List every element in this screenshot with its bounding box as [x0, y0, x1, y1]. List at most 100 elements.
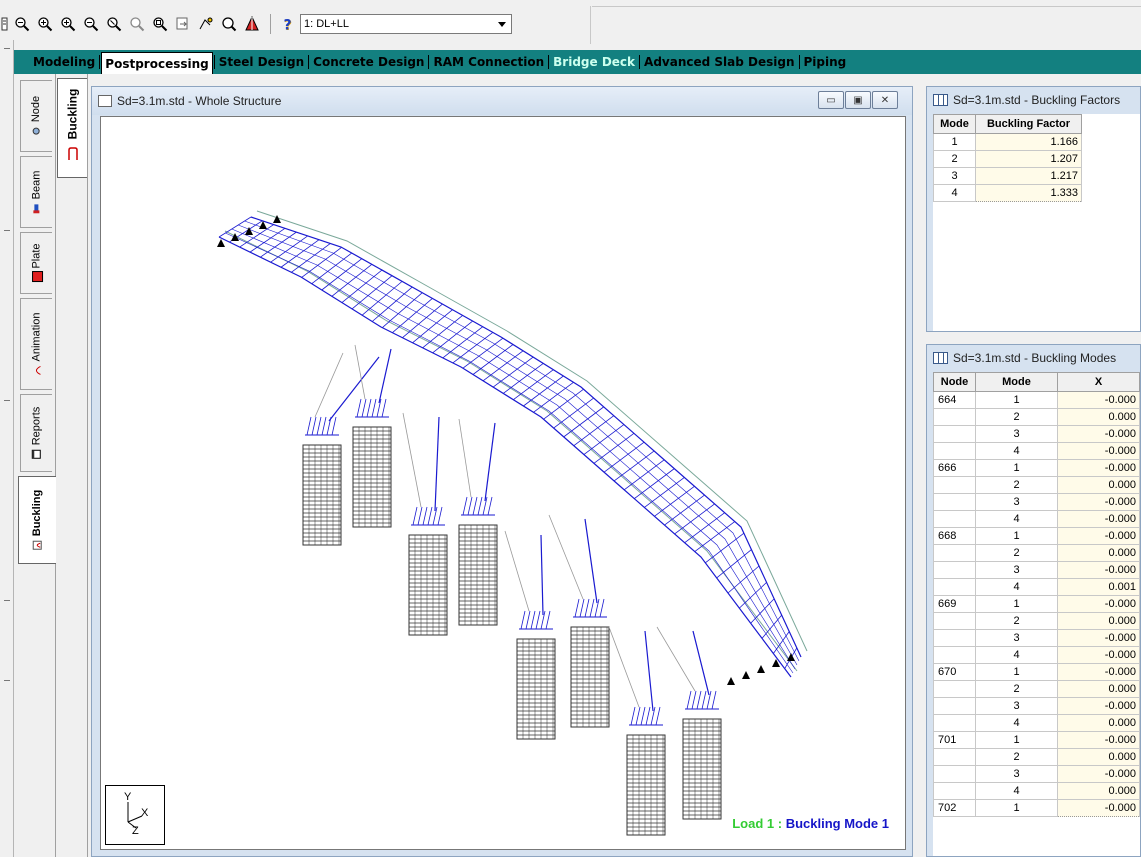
tab-postprocessing[interactable]: Postprocessing	[101, 52, 213, 74]
node-cell[interactable]	[933, 493, 976, 511]
x-cell[interactable]: -0.000	[1057, 799, 1140, 817]
table-row[interactable]: 702 1 -0.000	[933, 799, 1140, 817]
x-cell[interactable]: 0.000	[1057, 408, 1140, 426]
node-cell[interactable]	[933, 782, 976, 800]
side-tab-plate[interactable]: Plate	[20, 232, 52, 294]
table-row[interactable]: 669 1 -0.000	[933, 595, 1140, 613]
x-cell[interactable]: -0.000	[1057, 629, 1140, 647]
mode-cell[interactable]: 3	[933, 167, 976, 185]
buckling-factors-window[interactable]: Sd=3.1m.std - Buckling Factors Mode Buck…	[926, 86, 1141, 332]
node-cell[interactable]	[933, 765, 976, 783]
factors-title-bar[interactable]: Sd=3.1m.std - Buckling Factors	[927, 87, 1140, 113]
mode-cell[interactable]: 2	[975, 544, 1058, 562]
tab-bridge-deck[interactable]: Bridge Deck	[550, 52, 638, 72]
mode-cell[interactable]: 2	[975, 748, 1058, 766]
mode-cell[interactable]: 4	[975, 714, 1058, 732]
table-row[interactable]: 670 1 -0.000	[933, 663, 1140, 681]
x-cell[interactable]: 0.000	[1057, 544, 1140, 562]
table-row[interactable]: 664 1 -0.000	[933, 391, 1140, 409]
load-case-select[interactable]: 1: DL+LL	[300, 14, 512, 34]
x-cell[interactable]: -0.000	[1057, 459, 1140, 477]
x-cell[interactable]: -0.000	[1057, 442, 1140, 460]
table-row[interactable]: 3 -0.000	[933, 561, 1140, 579]
whole-structure-window[interactable]: Sd=3.1m.std - Whole Structure ▭ ▣ ✕ Y X …	[91, 86, 913, 857]
x-cell[interactable]: -0.000	[1057, 731, 1140, 749]
table-row[interactable]: 701 1 -0.000	[933, 731, 1140, 749]
node-cell[interactable]	[933, 680, 976, 698]
node-cell[interactable]	[933, 442, 976, 460]
node-cell[interactable]	[933, 578, 976, 596]
zoom-previous-icon[interactable]	[126, 13, 148, 35]
mode-cell[interactable]: 3	[975, 765, 1058, 783]
table-row[interactable]: 2 0.000	[933, 408, 1140, 426]
col-header-x[interactable]: X	[1057, 372, 1140, 392]
zoom-region-icon[interactable]	[195, 13, 217, 35]
chevron-down-icon[interactable]	[493, 15, 511, 33]
table-row[interactable]: 3 -0.000	[933, 765, 1140, 783]
table-row[interactable]: 4 0.000	[933, 782, 1140, 800]
zoom-fit-icon[interactable]	[11, 13, 33, 35]
x-cell[interactable]: -0.000	[1057, 510, 1140, 528]
mode-cell[interactable]: 2	[975, 408, 1058, 426]
maximize-button[interactable]: ▣	[845, 91, 871, 109]
x-cell[interactable]: 0.001	[1057, 578, 1140, 596]
table-row[interactable]: 2 0.000	[933, 544, 1140, 562]
mode-cell[interactable]: 3	[975, 425, 1058, 443]
table-row[interactable]: 1 1.166	[933, 133, 1082, 151]
table-row[interactable]: 2 0.000	[933, 680, 1140, 698]
side-tab-node[interactable]: Node	[20, 80, 52, 152]
mode-cell[interactable]: 2	[933, 150, 976, 168]
table-row[interactable]: 666 1 -0.000	[933, 459, 1140, 477]
mode-cell[interactable]: 2	[975, 612, 1058, 630]
x-cell[interactable]: 0.000	[1057, 782, 1140, 800]
x-cell[interactable]: -0.000	[1057, 527, 1140, 545]
tab-ram-connection[interactable]: RAM Connection	[430, 52, 547, 72]
x-cell[interactable]: 0.000	[1057, 714, 1140, 732]
table-row[interactable]: 2 0.000	[933, 476, 1140, 494]
x-cell[interactable]: -0.000	[1057, 561, 1140, 579]
table-row[interactable]: 4 -0.000	[933, 646, 1140, 664]
toolbar-grip[interactable]	[0, 13, 10, 35]
tab-steel-design[interactable]: Steel Design	[216, 52, 307, 72]
factor-cell[interactable]: 1.217	[975, 167, 1082, 185]
mode-cell[interactable]: 4	[975, 578, 1058, 596]
window-title-bar[interactable]: Sd=3.1m.std - Whole Structure	[92, 87, 912, 115]
zoom-dynamic-icon[interactable]	[103, 13, 125, 35]
x-cell[interactable]: 0.000	[1057, 612, 1140, 630]
node-cell[interactable]	[933, 544, 976, 562]
node-cell[interactable]	[933, 561, 976, 579]
node-cell[interactable]	[933, 646, 976, 664]
tab-advanced-slab-design[interactable]: Advanced Slab Design	[641, 52, 797, 72]
node-cell[interactable]	[933, 476, 976, 494]
col-header-factor[interactable]: Buckling Factor	[975, 114, 1082, 134]
mode-cell[interactable]: 1	[975, 799, 1058, 817]
side-tab-buckling[interactable]: Buckling	[18, 476, 56, 564]
zoom-window-icon[interactable]	[149, 13, 171, 35]
node-cell[interactable]: 666	[933, 459, 976, 477]
table-row[interactable]: 3 -0.000	[933, 697, 1140, 715]
table-row[interactable]: 4 0.001	[933, 578, 1140, 596]
mode-cell[interactable]: 4	[933, 184, 976, 202]
x-cell[interactable]: 0.000	[1057, 748, 1140, 766]
table-row[interactable]: 4 1.333	[933, 184, 1082, 202]
node-cell[interactable]: 669	[933, 595, 976, 613]
pan-icon[interactable]	[172, 13, 194, 35]
node-cell[interactable]: 701	[933, 731, 976, 749]
mode-cell[interactable]: 1	[975, 391, 1058, 409]
mode-cell[interactable]: 3	[975, 561, 1058, 579]
x-cell[interactable]: -0.000	[1057, 663, 1140, 681]
mode-cell[interactable]: 4	[975, 646, 1058, 664]
help-icon[interactable]: ??	[277, 13, 299, 35]
mode-cell[interactable]: 3	[975, 493, 1058, 511]
zoom-in-window-icon[interactable]	[57, 13, 79, 35]
side-tab-animation[interactable]: Animation	[20, 298, 52, 390]
node-cell[interactable]	[933, 748, 976, 766]
table-row[interactable]: 668 1 -0.000	[933, 527, 1140, 545]
mode-cell[interactable]: 2	[975, 680, 1058, 698]
close-button[interactable]: ✕	[872, 91, 898, 109]
node-cell[interactable]: 664	[933, 391, 976, 409]
tab-concrete-design[interactable]: Concrete Design	[310, 52, 427, 72]
x-cell[interactable]: -0.000	[1057, 697, 1140, 715]
buckling-modes-window[interactable]: Sd=3.1m.std - Buckling Modes Node Mode X…	[926, 344, 1141, 857]
mode-cell[interactable]: 2	[975, 476, 1058, 494]
